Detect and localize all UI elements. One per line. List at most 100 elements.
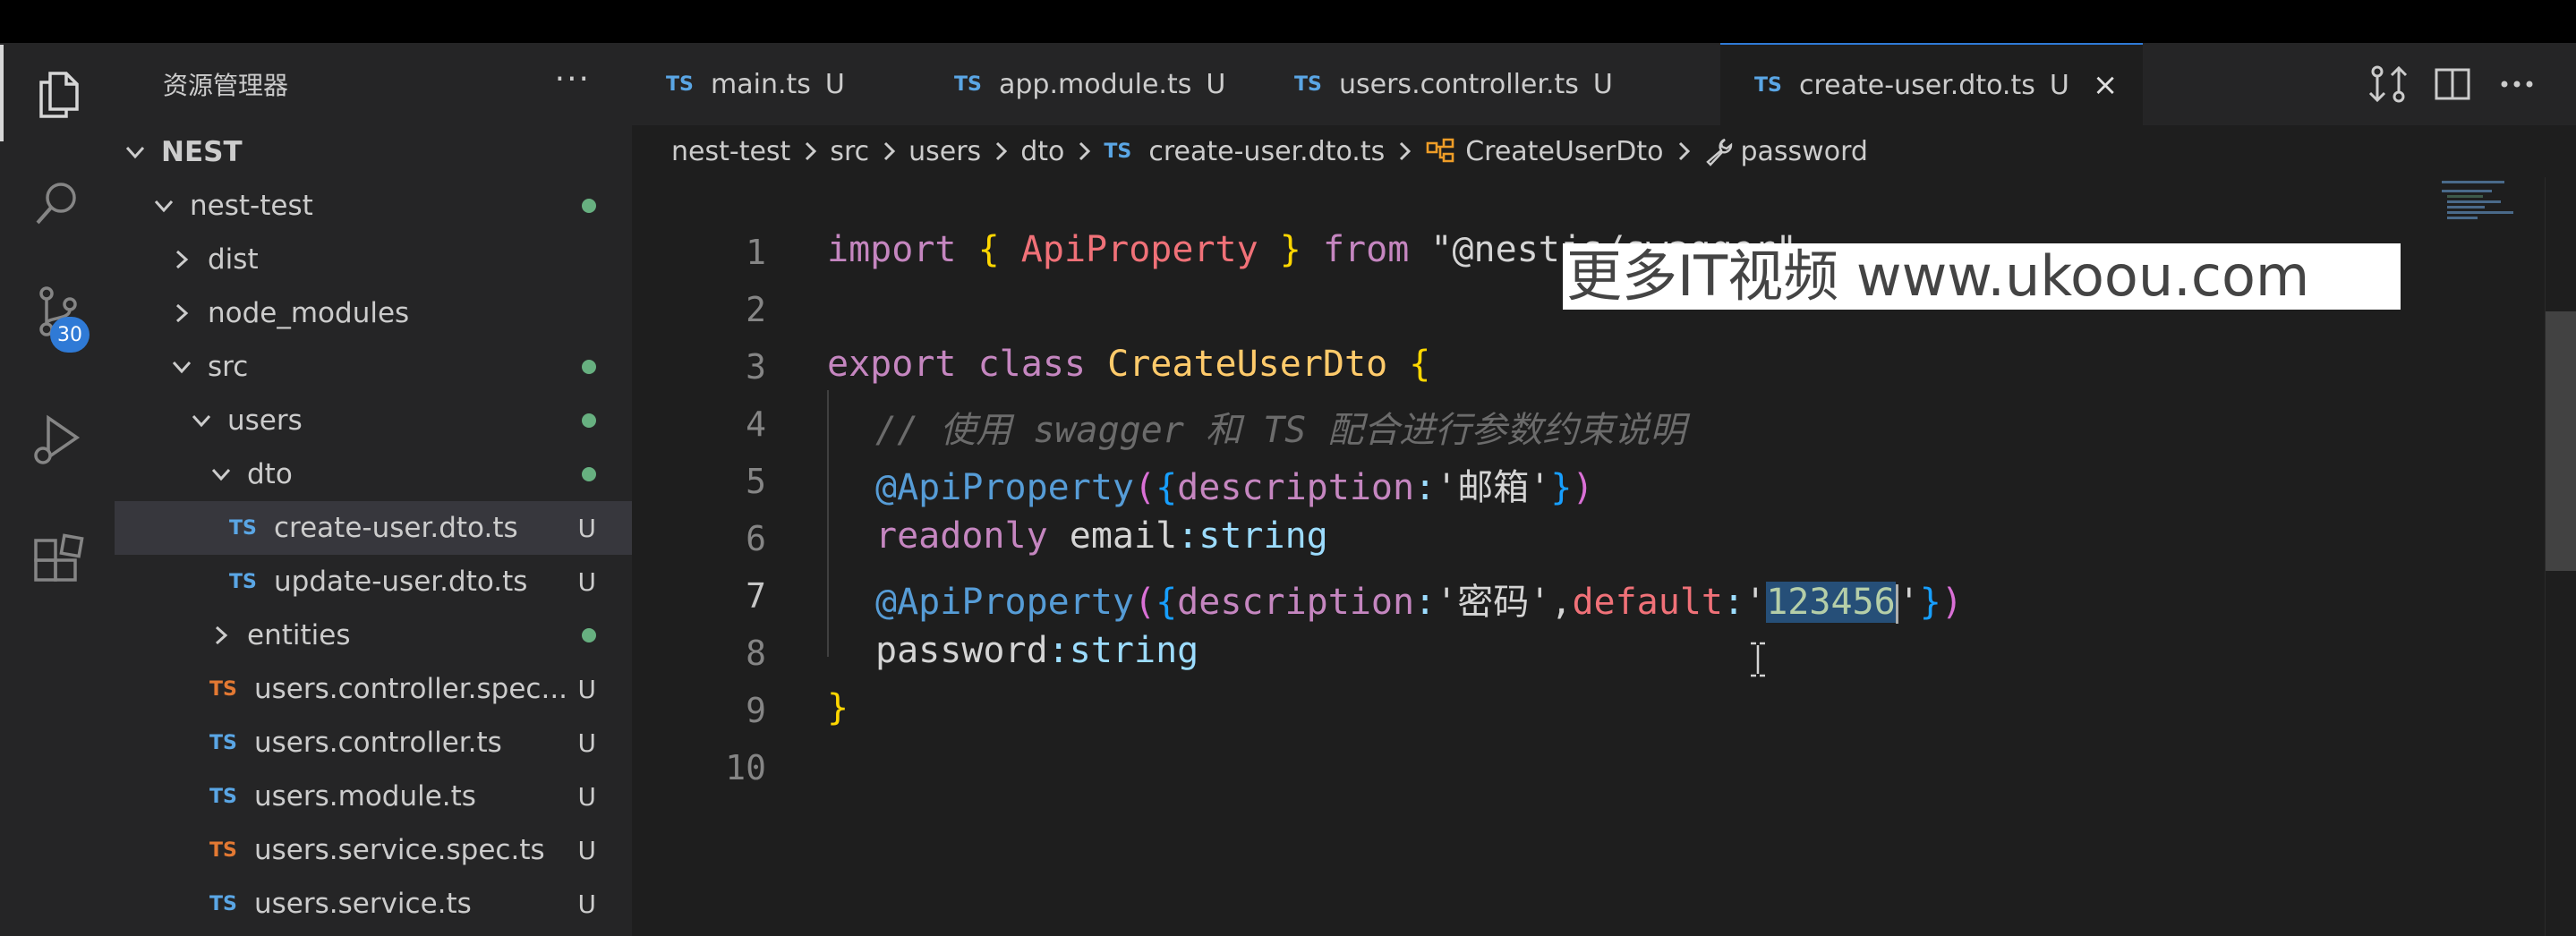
tree-item-update-user-dto[interactable]: TS update-user.dto.ts U	[115, 555, 632, 608]
more-actions-icon[interactable]	[2495, 63, 2538, 106]
token-paren: (	[1133, 467, 1156, 508]
breadcrumb-property[interactable]: password	[1703, 136, 1868, 167]
line-number: 2	[746, 290, 766, 329]
tree-item-label: node_modules	[208, 297, 410, 329]
minimap-line	[2447, 211, 2513, 214]
token-comma: ,	[1550, 582, 1573, 623]
tree-item-label: users	[227, 404, 303, 437]
git-status-dot	[582, 360, 596, 374]
tree-item-create-user-dto[interactable]: TS create-user.dto.ts U	[115, 501, 632, 555]
breadcrumb-file[interactable]: TS create-user.dto.ts	[1104, 136, 1385, 167]
tab-label: app.module.ts	[999, 68, 1192, 100]
tab-untracked-mark: U	[1206, 68, 1226, 100]
explorer-activity[interactable]	[0, 45, 115, 141]
class-symbol-icon	[1426, 138, 1454, 163]
token-string: '邮箱'	[1436, 467, 1551, 508]
minimap-line	[2442, 181, 2504, 183]
typescript-file-icon: TS	[1104, 140, 1132, 163]
tree-item-node-modules[interactable]: node_modules	[115, 286, 632, 340]
tree-item-nest-test[interactable]: nest-test	[115, 179, 632, 233]
minimap-line	[2447, 206, 2485, 208]
editor-scrollbar-thumb[interactable]	[2546, 311, 2576, 571]
close-icon[interactable]: ×	[2093, 67, 2119, 103]
search-icon	[36, 183, 76, 225]
activity-bar: 30	[0, 43, 115, 936]
open-changes-icon[interactable]	[2367, 63, 2410, 106]
git-status-dot	[582, 413, 596, 428]
tree-item-src[interactable]: src	[115, 340, 632, 394]
tab-users-controller-ts[interactable]: TS users.controller.ts U	[1260, 43, 1685, 125]
token-brace: {	[1156, 467, 1178, 508]
code-line-6: readonly email:string	[875, 515, 1328, 557]
tab-main-ts[interactable]: TS main.ts U	[632, 43, 920, 125]
tab-label: main.ts	[711, 68, 811, 100]
token-property: email	[1069, 515, 1178, 557]
split-editor-icon[interactable]	[2431, 63, 2474, 106]
typescript-file-icon: TS	[209, 785, 237, 808]
workspace-root[interactable]: NEST	[115, 125, 632, 179]
tree-item-dist[interactable]: dist	[115, 233, 632, 286]
token-brace: }	[1279, 229, 1301, 270]
breadcrumb-item[interactable]: nest-test	[671, 136, 790, 167]
typescript-file-icon: TS	[666, 72, 694, 96]
editor-tab-bar: TS main.ts U TS app.module.ts U TS users…	[632, 43, 2576, 125]
run-debug-activity[interactable]	[0, 391, 115, 488]
tab-app-module-ts[interactable]: TS app.module.ts U	[920, 43, 1260, 125]
token-class-name: CreateUserDto	[1107, 344, 1388, 385]
breadcrumb-file-label: create-user.dto.ts	[1148, 135, 1386, 167]
tree-item-label: update-user.dto.ts	[274, 566, 528, 598]
token-property: password	[875, 630, 1048, 671]
tree-item-users-service[interactable]: TS users.service.ts U	[115, 877, 632, 931]
token-keyword: class	[977, 344, 1087, 385]
chevron-down-icon	[211, 468, 231, 481]
breadcrumb-item[interactable]: src	[830, 136, 869, 167]
chevron-down-icon	[172, 361, 192, 374]
typescript-spec-file-icon: TS	[209, 677, 237, 701]
token-decorator: @ApiProperty	[875, 467, 1134, 508]
tab-untracked-mark: U	[1592, 68, 1613, 100]
breadcrumb-class[interactable]: CreateUserDto	[1424, 136, 1664, 167]
token-quote: '	[1898, 582, 1920, 623]
more-actions-button[interactable]: ···	[555, 61, 591, 98]
editor-scrollbar[interactable]	[2545, 177, 2576, 936]
tree-item-label: nest-test	[190, 190, 313, 222]
minimap[interactable]	[2442, 177, 2540, 249]
token-string-selected: 123456	[1766, 582, 1896, 623]
extensions-icon	[34, 533, 84, 582]
token-comment: // 使用 swagger 和 TS 配合进行参数约束说明	[875, 410, 1686, 451]
breadcrumb-item[interactable]: users	[908, 136, 981, 167]
code-line-3: export class CreateUserDto {	[827, 344, 1430, 385]
workspace-root-label: NEST	[161, 136, 243, 168]
source-control-activity[interactable]: 30	[0, 263, 115, 360]
tree-item-users[interactable]: users	[115, 394, 632, 447]
wrench-icon	[1705, 138, 1732, 166]
token-brace: }	[1550, 467, 1573, 508]
tree-item-label: users.service.ts	[254, 888, 472, 920]
tree-item-users-controller-spec[interactable]: TS users.controller.spec... U	[115, 662, 632, 716]
breadcrumb-item[interactable]: dto	[1020, 136, 1064, 167]
token-decorator: @ApiProperty	[875, 582, 1134, 623]
token-paren: )	[1941, 582, 1963, 623]
token-colon: :	[1414, 467, 1437, 508]
extensions-activity[interactable]	[0, 514, 115, 610]
chevron-down-icon	[192, 414, 211, 428]
tree-item-users-service-spec[interactable]: TS users.service.spec.ts U	[115, 823, 632, 877]
tree-item-users-controller[interactable]: TS users.controller.ts U	[115, 716, 632, 770]
tree-item-entities[interactable]: entities	[115, 608, 632, 662]
token-property-key: description	[1177, 467, 1415, 508]
typescript-file-icon: TS	[1754, 73, 1782, 97]
tree-item-users-module[interactable]: TS users.module.ts U	[115, 770, 632, 823]
tab-label: create-user.dto.ts	[1799, 69, 2035, 101]
token-brace: {	[1156, 582, 1178, 623]
token-keyword: import	[827, 229, 957, 270]
git-status-dot	[582, 467, 596, 481]
typescript-file-icon: TS	[209, 892, 237, 915]
token-colon: :	[1177, 515, 1199, 557]
git-status-untracked: U	[577, 566, 597, 597]
line-number: 1	[746, 233, 766, 272]
tab-create-user-dto-ts[interactable]: TS create-user.dto.ts U ×	[1720, 43, 2143, 125]
line-number: 3	[746, 347, 766, 387]
tree-item-dto[interactable]: dto	[115, 447, 632, 501]
git-status-untracked: U	[577, 781, 597, 812]
search-activity[interactable]	[0, 155, 115, 251]
